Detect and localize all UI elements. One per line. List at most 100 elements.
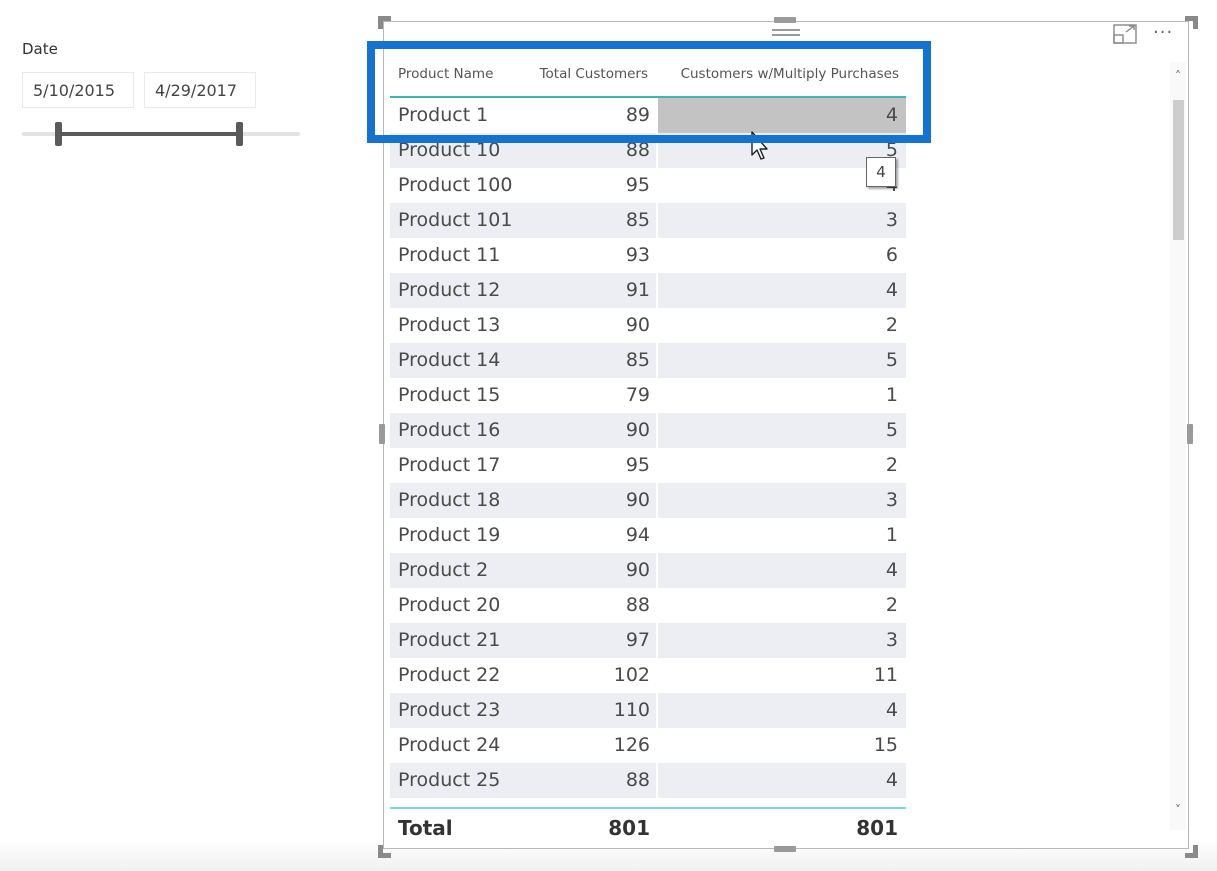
product-name-cell[interactable]: Product 18 <box>390 483 540 518</box>
drag-grip-icon[interactable] <box>772 29 800 39</box>
resize-handle-top-left[interactable] <box>378 16 391 29</box>
multi-purchases-cell[interactable]: 4 <box>658 273 906 308</box>
product-name-cell[interactable]: Product 17 <box>390 448 540 483</box>
table-row[interactable]: Product 18 90 3 <box>390 483 906 518</box>
product-name-cell[interactable]: Product 20 <box>390 588 540 623</box>
product-name-cell[interactable]: Product 1 <box>390 98 540 133</box>
product-name-cell[interactable]: Product 24 <box>390 728 540 763</box>
table-row[interactable]: Product 23 110 4 <box>390 693 906 728</box>
multi-purchases-cell[interactable]: 5 <box>658 343 906 378</box>
total-customers-cell[interactable]: 85 <box>540 203 656 238</box>
total-customers-cell[interactable]: 85 <box>540 343 656 378</box>
end-date-input[interactable]: 4/29/2017 <box>144 72 256 108</box>
product-name-cell[interactable]: Product 19 <box>390 518 540 553</box>
table-row[interactable]: Product 14 85 5 <box>390 343 906 378</box>
multi-purchases-cell[interactable]: 3 <box>658 623 906 658</box>
multi-purchases-cell[interactable]: 1 <box>658 378 906 413</box>
table-row[interactable]: Product 17 95 2 <box>390 448 906 483</box>
multi-purchases-cell[interactable]: 11 <box>658 658 906 693</box>
product-name-cell[interactable]: Product 14 <box>390 343 540 378</box>
total-customers-cell[interactable]: 102 <box>540 658 656 693</box>
table-row[interactable]: Product 21 97 3 <box>390 623 906 658</box>
table-row[interactable]: Product 19 94 1 <box>390 518 906 553</box>
total-customers-cell[interactable]: 88 <box>540 588 656 623</box>
table-row[interactable]: Product 11 93 6 <box>390 238 906 273</box>
total-customers-cell[interactable]: 90 <box>540 798 656 806</box>
table-row[interactable]: Product 26903 <box>390 798 906 806</box>
total-customers-cell[interactable]: 88 <box>540 133 656 168</box>
total-customers-cell[interactable]: 79 <box>540 378 656 413</box>
scroll-down-icon[interactable]: ˅ <box>1170 800 1186 820</box>
table-row[interactable]: Product 101 85 3 <box>390 203 906 238</box>
multi-purchases-cell[interactable]: 1 <box>658 518 906 553</box>
resize-handle-bottom-right[interactable] <box>1185 845 1198 858</box>
product-name-cell[interactable]: Product 10 <box>390 133 540 168</box>
total-customers-cell[interactable]: 126 <box>540 728 656 763</box>
total-customers-cell[interactable]: 90 <box>540 413 656 448</box>
product-name-cell[interactable]: Product 26 <box>390 798 540 806</box>
column-header-product-name[interactable]: Product Name <box>398 66 493 82</box>
total-customers-cell[interactable]: 90 <box>540 483 656 518</box>
date-range-start-handle[interactable] <box>55 122 63 146</box>
total-customers-cell[interactable]: 89 <box>540 98 656 133</box>
focus-mode-icon[interactable] <box>1113 24 1137 44</box>
multi-purchases-cell[interactable]: 2 <box>658 588 906 623</box>
multi-purchases-cell[interactable]: 3 <box>658 798 906 806</box>
total-customers-cell[interactable]: 91 <box>540 273 656 308</box>
product-name-cell[interactable]: Product 2 <box>390 553 540 588</box>
multi-purchases-cell[interactable]: 4 <box>658 553 906 588</box>
table-row[interactable]: Product 2 90 4 <box>390 553 906 588</box>
multi-purchases-cell[interactable]: 2 <box>658 448 906 483</box>
resize-handle-top-right[interactable] <box>1185 16 1198 29</box>
resize-handle-right[interactable] <box>1187 424 1193 444</box>
table-row[interactable]: Product 22 102 11 <box>390 658 906 693</box>
total-customers-cell[interactable]: 93 <box>540 238 656 273</box>
multi-purchases-cell[interactable]: 6 <box>658 238 906 273</box>
total-customers-cell[interactable]: 94 <box>540 518 656 553</box>
product-name-cell[interactable]: Product 21 <box>390 623 540 658</box>
product-name-cell[interactable]: Product 11 <box>390 238 540 273</box>
start-date-input[interactable]: 5/10/2015 <box>22 72 134 108</box>
column-header-total-customers[interactable]: Total Customers <box>540 66 648 82</box>
resize-handle-bottom-left[interactable] <box>378 845 391 858</box>
multi-purchases-cell[interactable]: 15 <box>658 728 906 763</box>
total-customers-cell[interactable]: 95 <box>540 448 656 483</box>
table-row[interactable]: Product 20 88 2 <box>390 588 906 623</box>
column-header-customers-multiple-purchases[interactable]: Customers w/Multiply Purchases <box>681 66 899 82</box>
resize-handle-left[interactable] <box>379 424 385 444</box>
multi-purchases-cell[interactable]: 4 <box>658 763 906 798</box>
multi-purchases-cell[interactable]: 4 <box>658 693 906 728</box>
product-name-cell[interactable]: Product 15 <box>390 378 540 413</box>
total-customers-cell[interactable]: 95 <box>540 168 656 203</box>
table-row[interactable]: Product 1 89 4 <box>390 98 906 133</box>
total-customers-cell[interactable]: 110 <box>540 693 656 728</box>
multi-purchases-cell[interactable]: 3 <box>658 483 906 518</box>
table-row[interactable]: Product 15 79 1 <box>390 378 906 413</box>
multi-purchases-cell[interactable]: 3 <box>658 203 906 238</box>
total-customers-cell[interactable]: 90 <box>540 553 656 588</box>
product-name-cell[interactable]: Product 25 <box>390 763 540 798</box>
more-options-icon[interactable]: ··· <box>1153 24 1183 44</box>
product-name-cell[interactable]: Product 22 <box>390 658 540 693</box>
resize-handle-bottom[interactable] <box>774 846 796 852</box>
product-name-cell[interactable]: Product 16 <box>390 413 540 448</box>
scroll-up-icon[interactable]: ˄ <box>1170 66 1186 86</box>
table-row[interactable]: Product 12 91 4 <box>390 273 906 308</box>
total-customers-cell[interactable]: 90 <box>540 308 656 343</box>
total-customers-cell[interactable]: 88 <box>540 763 656 798</box>
product-name-cell[interactable]: Product 12 <box>390 273 540 308</box>
resize-handle-top[interactable] <box>774 17 796 23</box>
total-customers-cell[interactable]: 97 <box>540 623 656 658</box>
product-name-cell[interactable]: Product 101 <box>390 203 540 238</box>
multi-purchases-cell[interactable]: 4 <box>658 98 906 133</box>
scroll-thumb[interactable] <box>1173 100 1184 240</box>
product-name-cell[interactable]: Product 23 <box>390 693 540 728</box>
table-row[interactable]: Product 13 90 2 <box>390 308 906 343</box>
table-row[interactable]: Product 24 126 15 <box>390 728 906 763</box>
table-scrollbar[interactable]: ˄ ˅ <box>1170 62 1186 830</box>
table-row[interactable]: Product 25 88 4 <box>390 763 906 798</box>
table-row[interactable]: Product 16 90 5 <box>390 413 906 448</box>
product-name-cell[interactable]: Product 100 <box>390 168 540 203</box>
date-range-end-handle[interactable] <box>235 122 243 146</box>
table-row[interactable]: Product 100954 <box>390 168 906 203</box>
